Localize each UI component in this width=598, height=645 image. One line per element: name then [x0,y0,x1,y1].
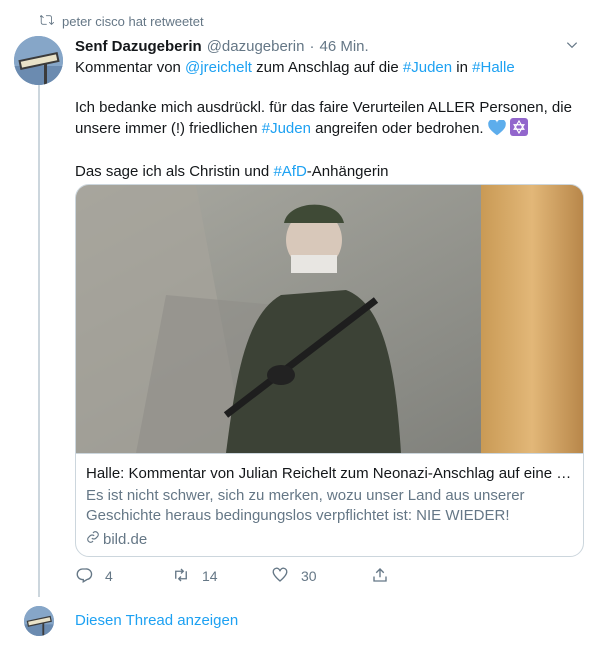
retweet-icon [172,566,190,587]
tweet-paragraph-1: Kommentar von @jreichelt zum Anschlag au… [75,58,585,78]
reply-button[interactable]: 4 [75,566,113,587]
share-button[interactable] [371,566,389,587]
tweet-time[interactable]: 46 Min. [319,38,368,55]
show-thread-link[interactable]: Diesen Thread anzeigen [75,612,238,629]
like-button[interactable]: 30 [271,566,317,587]
hashtag-link[interactable]: #Halle [472,59,515,76]
reply-icon [75,566,93,587]
author-handle[interactable]: @dazugeberin [207,38,305,55]
blue-heart-icon [487,119,506,142]
like-count: 30 [301,568,317,584]
tweet-actions: 4 14 30 [75,566,405,586]
tweet[interactable]: Senf Dazugeberin @dazugeberin · 46 Min. … [75,36,585,182]
tweet-text: Kommentar von @jreichelt zum Anschlag au… [75,58,585,182]
retweet-context[interactable]: peter cisco hat retweetet [38,12,204,30]
separator-dot: · [309,37,315,55]
thread-line [38,82,40,597]
tweet-paragraph-2: Ich bedanke mich ausdrückl. für das fair… [75,98,585,142]
thread-avatar[interactable] [24,606,54,636]
card-image[interactable] [76,185,583,453]
author-name[interactable]: Senf Dazugeberin [75,38,202,55]
retweet-count: 14 [202,568,218,584]
tweet-header: Senf Dazugeberin @dazugeberin · 46 Min. [75,36,585,56]
retweet-icon [38,13,54,30]
link-icon [86,530,100,550]
text-segment: -Anhängerin [306,163,389,180]
heart-icon [271,566,289,587]
link-card[interactable]: Halle: Kommentar von Julian Reichelt zum… [75,184,584,557]
retweet-button[interactable]: 14 [172,566,218,587]
share-icon [371,566,389,587]
author-avatar[interactable] [14,36,63,85]
card-title: Halle: Kommentar von Julian Reichelt zum… [86,465,573,482]
star-of-david-icon [509,118,528,142]
mention-link[interactable]: @jreichelt [185,59,252,76]
chevron-down-icon[interactable] [565,38,579,52]
hashtag-link[interactable]: #Juden [262,120,311,137]
tweet-paragraph-3: Das sage ich als Christin und #AfD-Anhän… [75,162,585,182]
card-description: Es ist nicht schwer, sich zu merken, woz… [86,487,525,524]
card-domain: bild.de [86,530,147,550]
text-segment: in [452,59,473,76]
hashtag-link[interactable]: #Juden [403,59,452,76]
card-domain-text: bild.de [103,531,148,548]
card-body[interactable]: Halle: Kommentar von Julian Reichelt zum… [76,453,583,556]
reply-count: 4 [105,568,113,584]
text-segment: zum Anschlag auf die [251,59,403,76]
hashtag-link[interactable]: #AfD [273,163,306,180]
text-segment: Das sage ich als Christin und [75,163,274,180]
retweet-context-text: peter cisco hat retweetet [62,13,204,29]
text-segment: angreifen oder bedrohen. [310,120,488,137]
text-segment: Kommentar von [75,59,186,76]
